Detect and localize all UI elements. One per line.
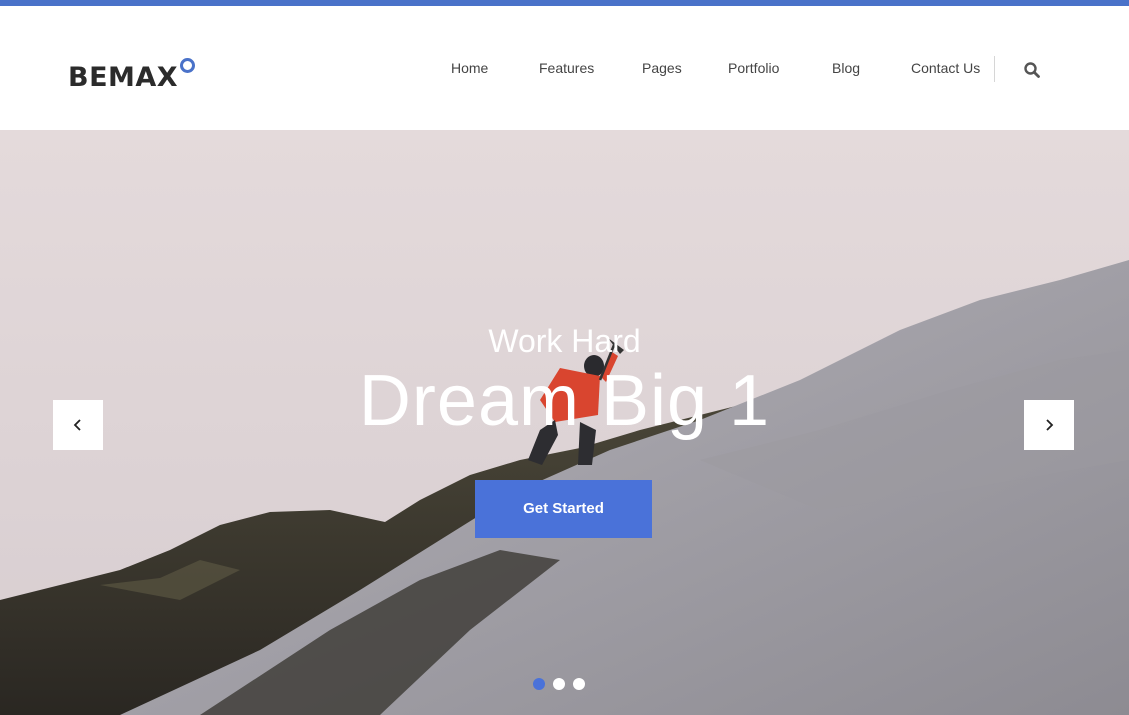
logo-text: BEMAX	[68, 62, 179, 93]
slider-dot-2[interactable]	[553, 678, 565, 690]
logo[interactable]: BEMAX	[68, 58, 195, 98]
slider-next-button[interactable]	[1024, 400, 1074, 450]
chevron-left-icon	[73, 419, 81, 431]
nav-item-features[interactable]: Features	[539, 56, 594, 80]
slider-prev-button[interactable]	[53, 400, 103, 450]
logo-ring-icon	[180, 58, 195, 73]
search-icon	[1024, 62, 1040, 78]
hero-title: Dream Big 1	[358, 361, 771, 441]
nav-item-blog[interactable]: Blog	[832, 56, 860, 80]
slider-dot-3[interactable]	[573, 678, 585, 690]
nav-item-home[interactable]: Home	[451, 56, 488, 80]
nav-divider	[994, 56, 995, 82]
hero-subtitle: Work Hard	[488, 323, 641, 359]
slider-dot-1[interactable]	[533, 678, 545, 690]
hero-slider: Work Hard Dream Big 1 Get Started	[0, 130, 1129, 715]
chevron-right-icon	[1046, 419, 1054, 431]
nav-item-contact-us[interactable]: Contact Us	[911, 56, 980, 80]
get-started-button[interactable]: Get Started	[475, 480, 652, 538]
nav-item-portfolio[interactable]: Portfolio	[728, 56, 779, 80]
nav-item-pages[interactable]: Pages	[642, 56, 682, 80]
search-button[interactable]	[1022, 60, 1042, 80]
